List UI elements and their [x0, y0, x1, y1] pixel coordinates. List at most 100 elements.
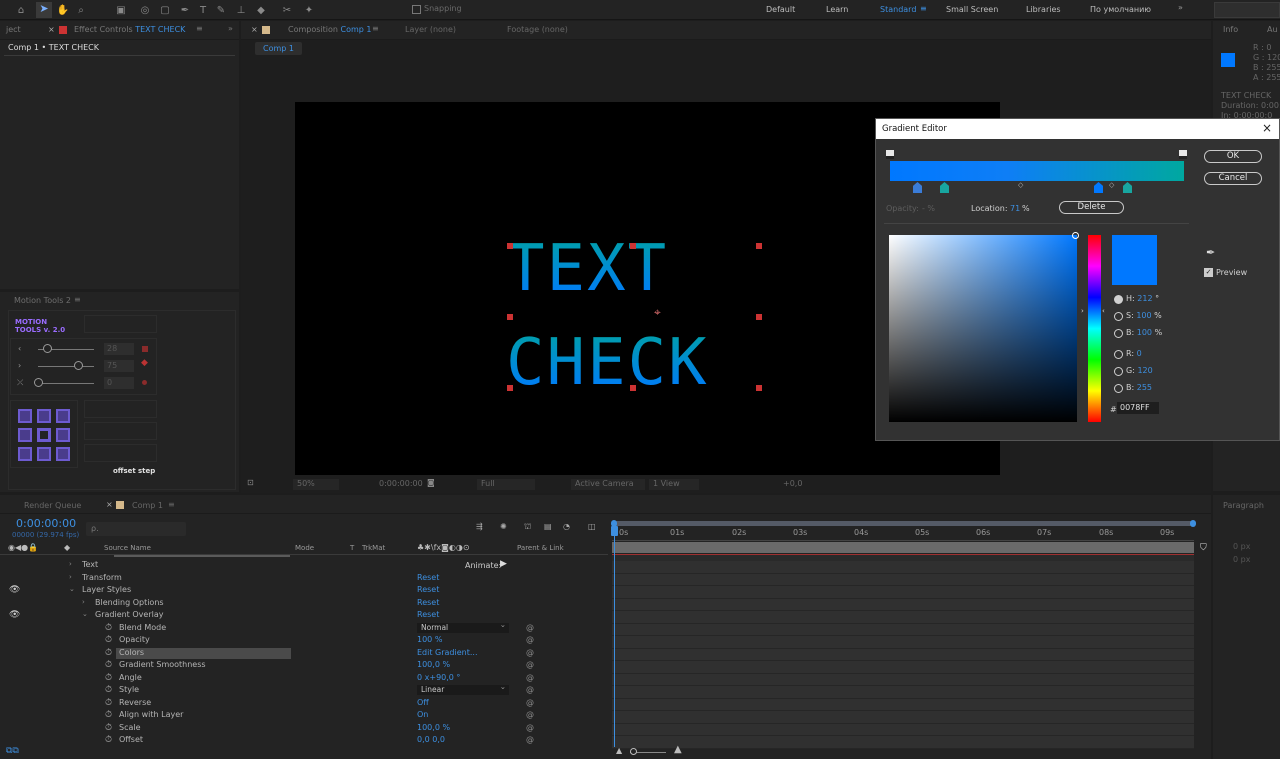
layer-search-input[interactable]: ρ. — [86, 522, 186, 536]
tab-layer[interactable]: Layer (none) — [405, 25, 456, 34]
expression-pickwhip-icon[interactable]: @ — [526, 698, 534, 707]
property-value[interactable]: Off — [417, 698, 429, 707]
bbox-handle-ml[interactable] — [507, 314, 513, 320]
workspace-small-screen[interactable]: Small Screen — [946, 5, 998, 14]
tab-composition[interactable]: Composition Comp 1 — [288, 25, 372, 34]
bbox-handle-tc[interactable] — [630, 243, 636, 249]
row-gradient-overlay[interactable]: 👁 ⌄ Gradient Overlay Reset — [0, 610, 608, 623]
radio-r[interactable] — [1114, 350, 1123, 359]
radio-s[interactable] — [1114, 312, 1123, 321]
tab-render-queue[interactable]: Render Queue — [24, 501, 81, 510]
preview-checkbox[interactable]: ✓ — [1204, 268, 1213, 277]
expression-pickwhip-icon[interactable]: @ — [526, 623, 534, 632]
ease-value-1[interactable]: 28 — [104, 343, 134, 355]
roto-tool-icon[interactable]: ✂ — [280, 3, 294, 17]
bbox-handle-mr[interactable] — [756, 314, 762, 320]
hex-input[interactable]: 0078FF — [1117, 402, 1159, 414]
hue-arrow-right[interactable]: ‹ — [1102, 307, 1105, 315]
selection-tool-icon[interactable]: ➤ — [36, 2, 52, 18]
ease-lock-icon[interactable] — [142, 346, 148, 352]
bbox-handle-br[interactable] — [756, 385, 762, 391]
row-opacity[interactable]: ⏱ Opacity 100 % @ — [0, 635, 608, 648]
timeline-zoom-handle[interactable] — [630, 748, 637, 755]
stopwatch-icon[interactable]: ⏱ — [105, 735, 112, 745]
exposure-value[interactable]: +0,0 — [783, 479, 802, 488]
stopwatch-icon[interactable]: ⏱ — [105, 623, 112, 633]
eye-icon[interactable]: 👁 — [9, 585, 20, 595]
ease-slider-1-handle[interactable] — [43, 344, 52, 353]
hue-slider[interactable] — [1088, 235, 1101, 422]
radio-b[interactable] — [1114, 329, 1123, 338]
ease-value-2[interactable]: 75 — [104, 360, 134, 372]
tab-effect-controls[interactable]: Effect Controls TEXT CHECK — [74, 25, 185, 34]
twirl-icon[interactable]: ⌄ — [82, 610, 88, 618]
eyedropper-icon[interactable]: ✒ — [1206, 246, 1215, 259]
blue-value[interactable]: 255 — [1137, 383, 1152, 392]
workspace-libraries[interactable]: Libraries — [1026, 5, 1061, 14]
row-gradient-smoothness[interactable]: ⏱ Gradient Smoothness 100,0 % @ — [0, 660, 608, 673]
tab-info[interactable]: Info — [1223, 25, 1238, 34]
twirl-icon[interactable]: › — [69, 573, 72, 581]
saturation-brightness-field[interactable] — [889, 235, 1077, 422]
col-mode[interactable]: Mode — [295, 544, 314, 552]
motion-tools-field-4[interactable] — [84, 444, 157, 462]
expression-pickwhip-icon[interactable]: @ — [526, 673, 534, 682]
pin-tool-icon[interactable]: ✦ — [302, 3, 316, 17]
reset-link[interactable]: Reset — [417, 585, 439, 594]
bbox-handle-bl[interactable] — [507, 385, 513, 391]
draft-3d-icon[interactable]: ✺ — [500, 522, 507, 531]
cancel-button[interactable]: Cancel — [1204, 172, 1262, 185]
style-dropdown[interactable]: Linear — [417, 682, 509, 695]
midpoint-diamond[interactable]: ◇ — [1109, 181, 1114, 189]
row-scale[interactable]: ⏱ Scale 100,0 % @ — [0, 723, 608, 736]
motion-blur-icon[interactable]: ◔ — [563, 522, 570, 531]
close-icon[interactable]: × — [251, 25, 258, 34]
anchor-mid-left[interactable] — [18, 428, 32, 442]
eye-icon[interactable]: 👁 — [9, 610, 20, 620]
panel-menu-icon[interactable]: ≡ — [372, 24, 379, 33]
twirl-icon[interactable]: › — [69, 560, 72, 568]
panel-menu-icon[interactable]: ≡ — [196, 24, 203, 33]
row-colors[interactable]: ⏱ Colors Edit Gradient... @ — [0, 647, 608, 661]
opacity-stop-right[interactable] — [1179, 150, 1187, 159]
row-offset[interactable]: ⏱ Offset 0,0 0,0 @ — [0, 735, 608, 748]
motion-tools-field-2[interactable] — [84, 400, 157, 418]
location-value[interactable]: 71 — [1010, 204, 1020, 213]
twirl-icon[interactable]: ⌄ — [69, 585, 75, 593]
workspace-learn[interactable]: Learn — [826, 5, 848, 14]
anchor-bottom-right[interactable] — [56, 447, 70, 461]
bbox-handle-tl[interactable] — [507, 243, 513, 249]
zoom-in-icon[interactable]: ▲ — [674, 744, 682, 755]
stamp-tool-icon[interactable]: ⊥ — [234, 3, 248, 17]
close-icon[interactable]: × — [1262, 121, 1272, 135]
tab-audio[interactable]: Au — [1267, 25, 1278, 34]
tab-comp[interactable]: Comp 1 — [132, 501, 163, 510]
panel-menu-icon[interactable]: ≡ — [168, 500, 175, 509]
playhead-handle[interactable] — [611, 526, 618, 536]
step-button[interactable]: step — [138, 467, 155, 475]
pen-tool-icon[interactable]: ✒ — [178, 3, 192, 17]
row-transform[interactable]: › Transform Reset — [0, 573, 608, 586]
expression-pickwhip-icon[interactable]: @ — [526, 723, 534, 732]
property-value[interactable]: On — [417, 710, 428, 719]
tab-project[interactable]: ject — [6, 25, 21, 34]
panel-menu-icon[interactable]: ≡ — [74, 295, 81, 304]
anchor-top-center[interactable] — [37, 409, 51, 423]
search-help-field[interactable] — [1214, 2, 1280, 18]
ease-slider-2-handle[interactable] — [74, 361, 83, 370]
color-picker-handle[interactable] — [1072, 232, 1079, 239]
reset-link[interactable]: Reset — [417, 598, 439, 607]
reset-link[interactable]: Reset — [417, 610, 439, 619]
work-area-end-handle[interactable] — [1190, 520, 1196, 527]
indent-first-value[interactable]: 0 px — [1233, 555, 1250, 564]
row-layer-styles[interactable]: 👁 ⌄ Layer Styles Reset — [0, 585, 608, 598]
snapshot-icon[interactable]: ⊡ — [247, 478, 254, 487]
property-value[interactable]: 100 % — [417, 635, 442, 644]
expression-pickwhip-icon[interactable]: @ — [526, 735, 534, 744]
time-ruler[interactable]: 0s 01s 02s 03s 04s 05s 06s 07s 08s 09s — [612, 527, 1194, 541]
zoom-tool-icon[interactable]: ⌕ — [74, 3, 88, 17]
tab-paragraph[interactable]: Paragraph — [1223, 501, 1264, 510]
camera-tool-icon[interactable]: ▣ — [114, 3, 128, 17]
ease-both-icon[interactable]: ⤫ — [17, 378, 23, 388]
expression-pickwhip-icon[interactable]: @ — [526, 710, 534, 719]
